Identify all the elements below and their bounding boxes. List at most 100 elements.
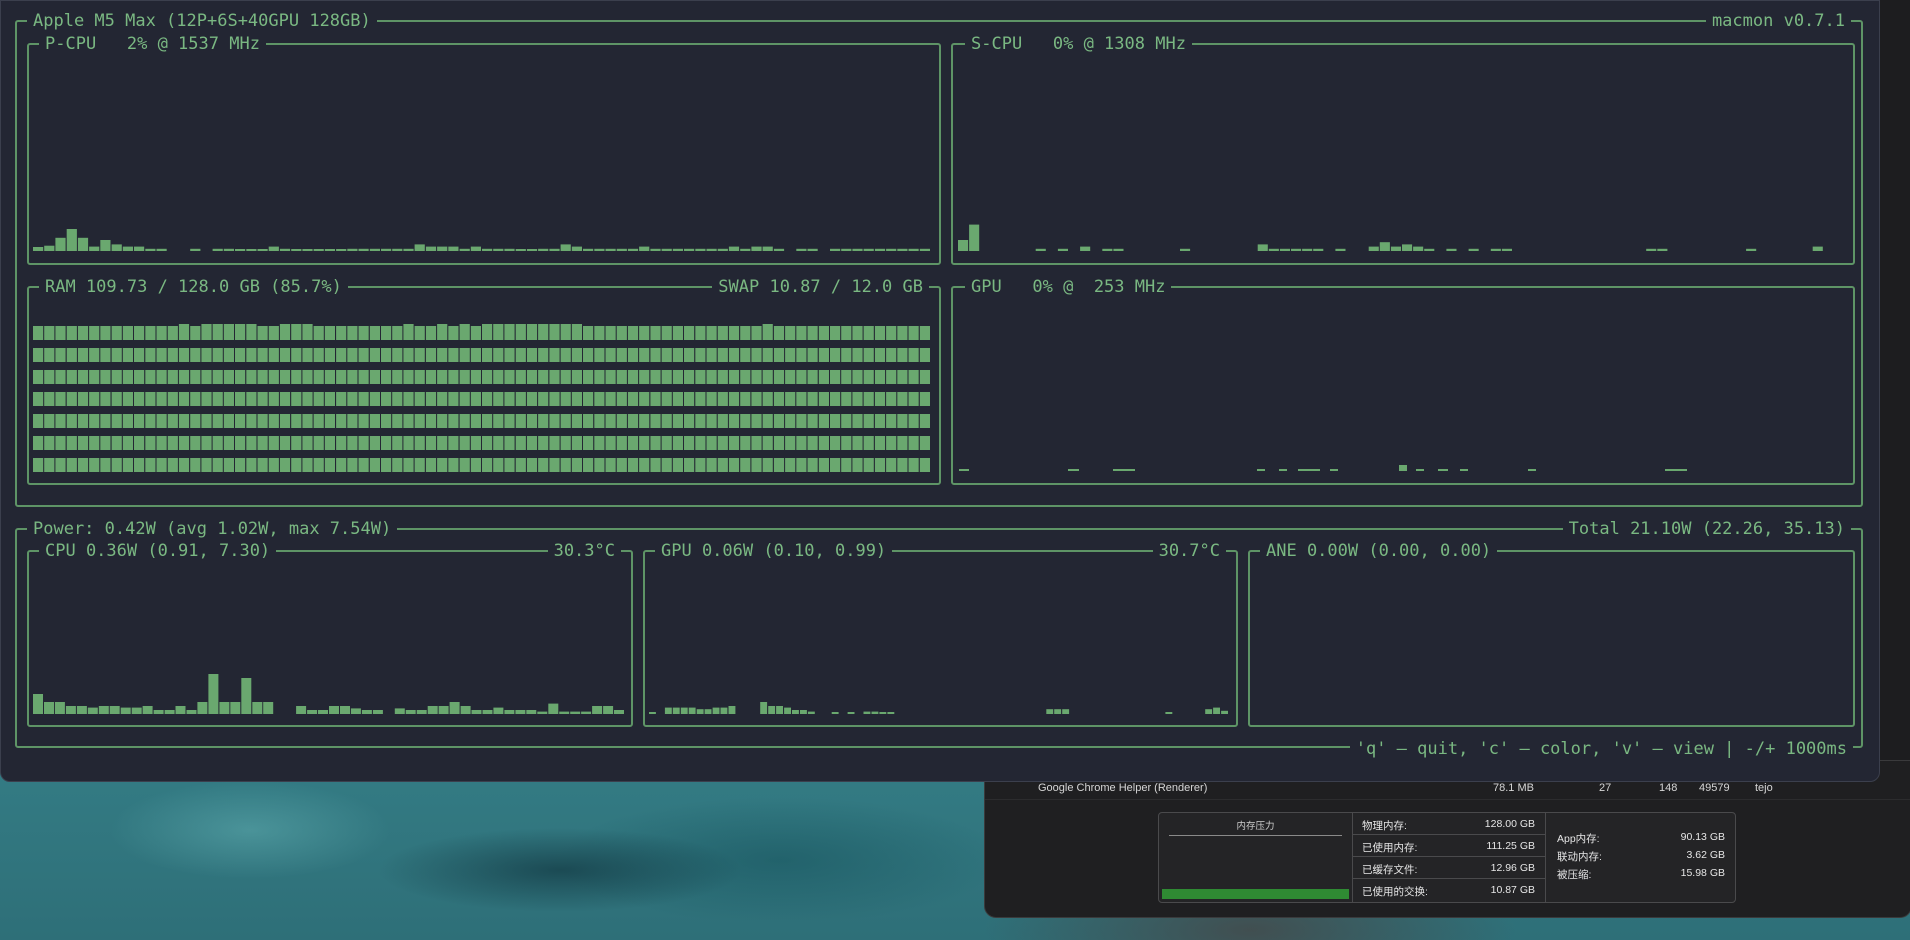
- ram-cell: [818, 414, 829, 428]
- ram-cell: [302, 348, 313, 362]
- ram-cell: [583, 370, 594, 384]
- ram-cell: [728, 326, 740, 340]
- ram-cell: [437, 414, 448, 428]
- ram-cell: [526, 348, 538, 362]
- cpu-power-bar: [230, 702, 241, 714]
- ram-cell: [302, 414, 313, 428]
- ram-cell: [661, 436, 672, 450]
- ram-cell: [167, 414, 178, 428]
- ram-cell: [347, 458, 358, 472]
- cpu-power-bar: [54, 702, 65, 714]
- ram-cell: [459, 458, 470, 472]
- process-row[interactable]: Google Chrome Helper (Renderer) 78.1 MB …: [985, 779, 1910, 800]
- ram-cell: [560, 392, 571, 406]
- ram-cell: [684, 370, 695, 384]
- cpu-power-bar: [548, 703, 559, 714]
- ram-cell: [381, 326, 392, 340]
- pcpu-bar: [313, 249, 324, 251]
- ram-cell: [414, 458, 425, 472]
- ram-cell: [639, 326, 650, 340]
- gpu-power-bar: [1221, 710, 1228, 714]
- ram-cell: [246, 324, 257, 340]
- ram-cell: [908, 348, 919, 362]
- ram-cell: [235, 458, 246, 472]
- pcpu-bar: [515, 249, 526, 251]
- scpu-bar: [1390, 246, 1401, 251]
- memory-stat-row: 联动内存: 3.62 GB: [1545, 849, 1735, 867]
- ram-cell: [796, 414, 807, 428]
- macmon-terminal-window[interactable]: Apple M5 Max (12P+6S+40GPU 128GB) macmon…: [0, 0, 1880, 782]
- ram-cell: [324, 348, 335, 362]
- ram-cell: [515, 392, 526, 406]
- scpu-bar: [1313, 248, 1324, 251]
- ram-cell: [560, 436, 571, 450]
- ram-cell: [425, 392, 437, 406]
- cpu-power-bar: [471, 710, 482, 714]
- ram-cell: [268, 326, 279, 340]
- ram-cell: [470, 348, 481, 362]
- ram-cell: [852, 436, 863, 450]
- ram-cell: [235, 436, 246, 450]
- ram-cell: [493, 436, 504, 450]
- ram-cell: [178, 436, 190, 450]
- ram-cell: [347, 370, 358, 384]
- ram-cell: [268, 370, 279, 384]
- ram-cell: [706, 436, 717, 450]
- ram-cell: [886, 370, 897, 384]
- ram-cell: [324, 326, 335, 340]
- gpu-power-bar: [728, 706, 736, 714]
- gpu-power-bar: [776, 706, 783, 714]
- ram-cell: [549, 436, 560, 450]
- ram-cell: [392, 414, 403, 428]
- ram-cell: [919, 414, 930, 428]
- ram-cell: [526, 458, 538, 472]
- ram-cell: [773, 458, 785, 472]
- ram-cell: [762, 392, 773, 406]
- ram-cell: [55, 348, 66, 362]
- pcpu-bar: [897, 248, 908, 251]
- ram-cell: [100, 458, 111, 472]
- pcpu-bar: [235, 249, 246, 251]
- ram-cell: [785, 348, 796, 362]
- process-memory: 78.1 MB: [1493, 782, 1534, 794]
- ram-cell: [33, 436, 44, 450]
- pcpu-bar: [66, 229, 77, 251]
- memory-pressure-graph: [1162, 889, 1349, 899]
- ram-cell: [313, 414, 324, 428]
- ram-cell: [55, 370, 66, 384]
- ram-cell: [785, 414, 796, 428]
- ram-cell: [100, 436, 111, 450]
- cpu-power-bar: [559, 711, 570, 714]
- gpu-bar: [1399, 465, 1407, 471]
- pcpu-bar: [493, 248, 504, 251]
- cpu-power-bar: [405, 710, 416, 714]
- ram-cell: [369, 348, 380, 362]
- ram-cell: [89, 392, 100, 406]
- pcpu-bar: [291, 249, 302, 251]
- ram-cell: [560, 324, 571, 340]
- ram-cell: [100, 370, 111, 384]
- ram-cell: [89, 458, 100, 472]
- pcpu-bar: [594, 248, 605, 251]
- ane-power-title: ANE 0.00W (0.00, 0.00): [1260, 541, 1498, 561]
- pcpu-bar: [302, 249, 313, 251]
- pcpu-bar: [358, 248, 369, 251]
- scpu-bar: [1102, 248, 1113, 251]
- ram-cell: [482, 324, 493, 340]
- cpu-power-bar: [526, 710, 537, 714]
- ram-cell: [403, 370, 414, 384]
- ram-cell: [852, 392, 863, 406]
- ram-cell: [111, 326, 122, 340]
- ram-cell: [167, 392, 178, 406]
- ram-cell: [796, 458, 807, 472]
- ram-cell: [425, 414, 437, 428]
- ram-cell: [818, 436, 829, 450]
- ram-cell: [470, 392, 481, 406]
- ram-cell: [594, 326, 605, 340]
- cpu-power-bar: [197, 702, 208, 714]
- ram-cell: [369, 436, 380, 450]
- ram-cell: [89, 348, 100, 362]
- ram-cell: [279, 324, 291, 340]
- ram-cell: [672, 392, 683, 406]
- ram-cell: [639, 414, 650, 428]
